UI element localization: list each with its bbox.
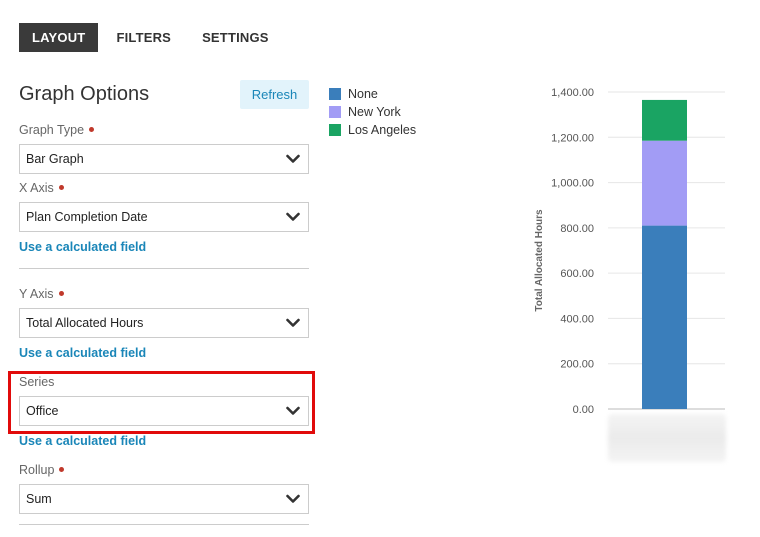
series-calc-link[interactable]: Use a calculated field — [19, 434, 146, 448]
tab-layout[interactable]: LAYOUT — [19, 23, 99, 52]
y-axis-title: Total Allocated Hours — [534, 209, 545, 312]
chevron-down-icon — [286, 154, 300, 163]
x-axis-label: X Axis — [19, 181, 64, 195]
legend-swatch — [329, 88, 341, 100]
rollup-select[interactable]: Sum — [19, 484, 309, 514]
bar-chart: 0.00 200.00 400.00 600.00 800.00 1,000.00 1,20… — [530, 80, 740, 470]
y-axis-value: Total Allocated Hours — [26, 316, 144, 330]
legend-label: Los Angeles — [348, 123, 417, 137]
y-axis-calc-link[interactable]: Use a calculated field — [19, 346, 146, 360]
y-tick-label: 1,200.00 — [551, 132, 594, 144]
series-value: Office — [26, 404, 59, 418]
bar-segment-los-angeles — [642, 99, 687, 141]
rollup-value: Sum — [26, 492, 52, 506]
y-axis-label: Y Axis — [19, 287, 64, 301]
refresh-button[interactable]: Refresh — [240, 80, 309, 109]
bar-segment-none — [642, 225, 687, 409]
graph-type-select[interactable]: Bar Graph — [19, 144, 309, 174]
legend-swatch — [329, 124, 341, 136]
tab-bar: LAYOUT FILTERS SETTINGS — [19, 23, 282, 52]
series-select[interactable]: Office — [19, 396, 309, 426]
chart-canvas: 0.00 200.00 400.00 600.00 800.00 1,000.00 1,20… — [534, 87, 725, 416]
chevron-down-icon — [286, 212, 300, 221]
series-label: Series — [19, 375, 55, 389]
tab-settings[interactable]: SETTINGS — [189, 23, 282, 52]
required-indicator — [58, 185, 64, 191]
graph-type-value: Bar Graph — [26, 152, 84, 166]
y-tick-label: 400.00 — [560, 313, 594, 325]
graph-type-label: Graph Type — [19, 123, 95, 137]
page-title: Graph Options — [19, 83, 150, 105]
x-axis-select[interactable]: Plan Completion Date — [19, 202, 309, 232]
blurred-x-axis-label — [608, 414, 726, 462]
legend-item: None — [329, 85, 416, 103]
legend-label: None — [348, 87, 378, 101]
legend-item: New York — [329, 103, 416, 121]
legend-swatch — [329, 106, 341, 118]
chevron-down-icon — [286, 318, 300, 327]
x-axis-value: Plan Completion Date — [26, 210, 148, 224]
rollup-label: Rollup — [19, 463, 65, 477]
x-axis-calc-link[interactable]: Use a calculated field — [19, 240, 146, 254]
required-indicator — [89, 127, 95, 133]
y-tick-label: 600.00 — [560, 268, 594, 280]
y-tick-label: 1,000.00 — [551, 178, 594, 190]
tab-filters[interactable]: FILTERS — [103, 23, 184, 52]
legend-item: Los Angeles — [329, 121, 416, 139]
legend-label: New York — [348, 105, 401, 119]
y-tick-label: 800.00 — [560, 223, 594, 235]
y-tick-label: 200.00 — [560, 359, 594, 371]
bar-segment-new-york — [642, 140, 687, 226]
required-indicator — [58, 291, 64, 297]
y-tick-label: 0.00 — [573, 404, 594, 416]
required-indicator — [59, 467, 65, 473]
chart-legend: None New York Los Angeles — [329, 85, 416, 139]
divider — [19, 268, 309, 269]
y-tick-label: 1,400.00 — [551, 87, 594, 99]
y-axis-select[interactable]: Total Allocated Hours — [19, 308, 309, 338]
chevron-down-icon — [286, 406, 300, 415]
chevron-down-icon — [286, 494, 300, 503]
divider — [19, 524, 309, 525]
